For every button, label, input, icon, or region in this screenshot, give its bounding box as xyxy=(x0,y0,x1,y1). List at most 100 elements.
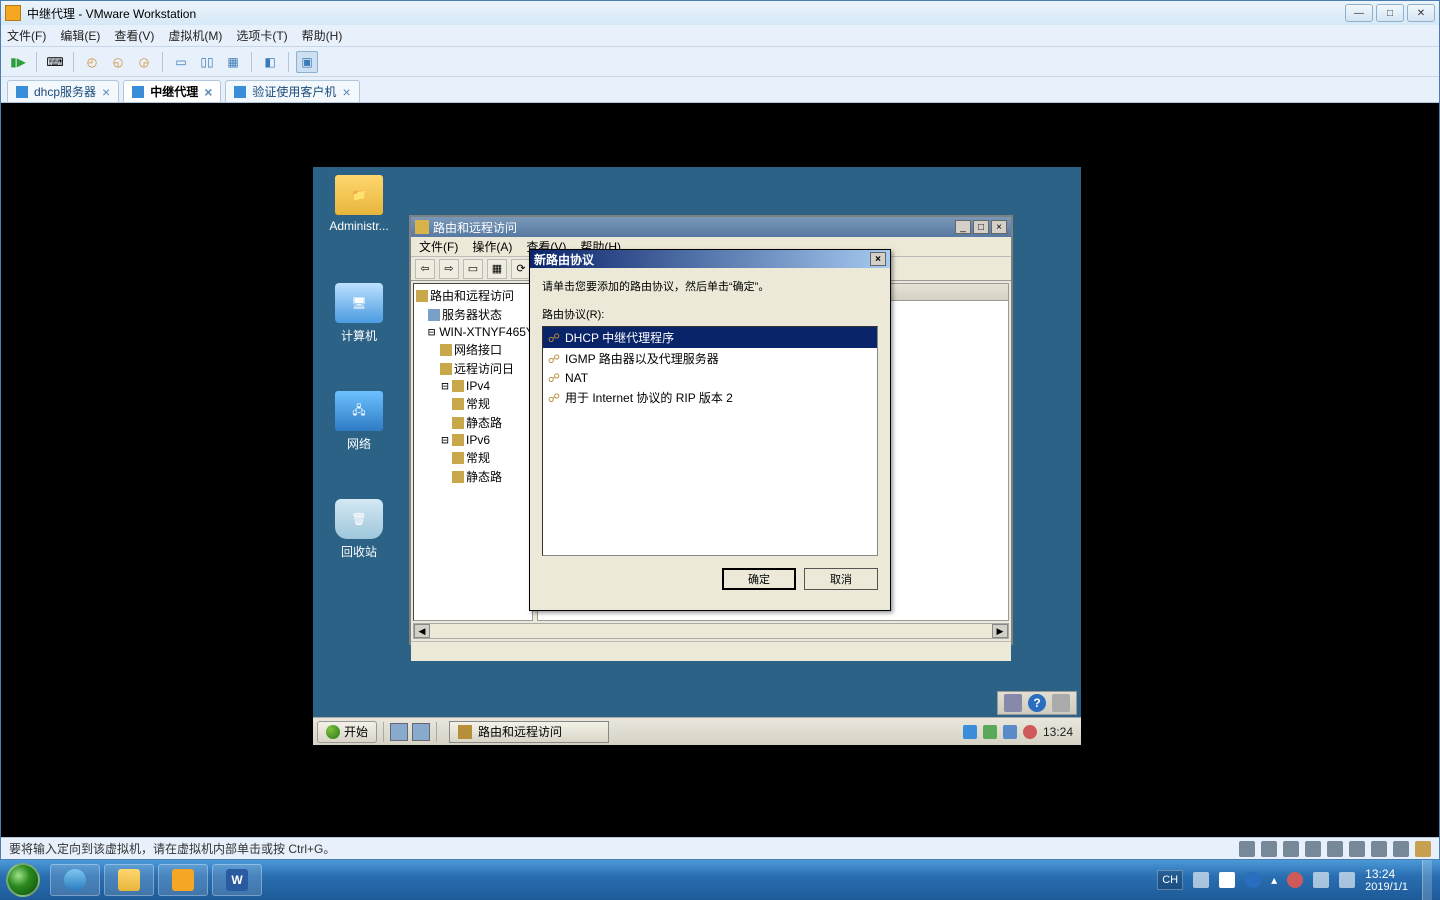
maximize-button[interactable]: □ xyxy=(1376,4,1404,22)
tab-dhcp-server[interactable]: dhcp服务器 × xyxy=(7,80,119,102)
tree-ipv6-general[interactable]: 常规 xyxy=(416,448,530,467)
device-usb-icon[interactable] xyxy=(1327,841,1343,857)
tree-ipv6[interactable]: ⊟IPv6 xyxy=(416,432,530,448)
host-start-button[interactable] xyxy=(0,860,46,900)
rras-titlebar[interactable]: 路由和远程访问 _ □ × xyxy=(411,217,1011,237)
devices-icon[interactable] xyxy=(1004,694,1022,712)
minimize-button[interactable]: _ xyxy=(955,220,971,234)
minimize-button[interactable]: — xyxy=(1345,4,1373,22)
menu-vm[interactable]: 虚拟机(M) xyxy=(168,27,222,44)
quicklaunch-server-manager-icon[interactable] xyxy=(390,723,408,741)
taskbar-ie[interactable] xyxy=(50,864,100,896)
tree-root[interactable]: 路由和远程访问 xyxy=(416,286,530,305)
scroll-left-icon[interactable]: ◀ xyxy=(414,624,430,638)
protocol-listbox[interactable]: ☍ DHCP 中继代理程序 ☍ IGMP 路由器以及代理服务器 ☍ NAT xyxy=(542,326,878,556)
tab-close-icon[interactable]: × xyxy=(102,85,110,99)
host-clock[interactable]: 13:24 2019/1/1 xyxy=(1365,867,1408,893)
menu-help[interactable]: 帮助(H) xyxy=(302,27,343,44)
show-desktop-button[interactable] xyxy=(1422,860,1432,900)
tray-blocked-icon[interactable] xyxy=(1287,872,1303,888)
snapshot-manager-icon[interactable]: ◶ xyxy=(133,51,155,73)
device-display-icon[interactable] xyxy=(1393,841,1409,857)
tray-help-icon[interactable] xyxy=(1245,872,1261,888)
send-ctrlaltdel-icon[interactable]: ⌨ xyxy=(44,51,66,73)
rras-hscrollbar[interactable]: ◀ ▶ xyxy=(413,623,1009,639)
menu-tabs[interactable]: 选项卡(T) xyxy=(236,27,287,44)
desktop-icon-recycle-bin[interactable]: 🗑 回收站 xyxy=(325,499,393,560)
view-thumbs-icon[interactable]: ▦ xyxy=(222,51,244,73)
tab-relay-agent[interactable]: 中继代理 × xyxy=(123,80,221,102)
guest-desktop[interactable]: 📁 Administr... 🖥 计算机 🖧 网络 🗑 回收站 路由和远程访问 xyxy=(313,167,1081,745)
dialog-close-button[interactable]: × xyxy=(870,252,886,266)
collapse-icon[interactable]: ⊟ xyxy=(428,325,435,339)
tray-shield-icon[interactable] xyxy=(1003,725,1017,739)
desktop-icon-network[interactable]: 🖧 网络 xyxy=(325,391,393,452)
tray-keyboard-icon[interactable] xyxy=(1193,872,1209,888)
rras-menu-action[interactable]: 操作(A) xyxy=(472,238,512,255)
quicklaunch-cmd-icon[interactable] xyxy=(412,723,430,741)
tree-server-status[interactable]: 服务器状态 xyxy=(416,305,530,324)
power-on-icon[interactable]: ▮▶ xyxy=(7,51,29,73)
tray-chevron-up-icon[interactable]: ▴ xyxy=(1271,873,1277,887)
taskbar-word[interactable]: W xyxy=(212,864,262,896)
tab-close-icon[interactable]: × xyxy=(342,85,350,99)
tree-ipv4[interactable]: ⊟IPv4 xyxy=(416,378,530,394)
close-button[interactable]: × xyxy=(991,220,1007,234)
cancel-button[interactable]: 取消 xyxy=(804,568,878,590)
collapse-icon[interactable]: ⊟ xyxy=(440,379,450,393)
snapshot-revert-icon[interactable]: ◵ xyxy=(107,51,129,73)
taskbar-vmware[interactable] xyxy=(158,864,208,896)
menu-file[interactable]: 文件(F) xyxy=(7,27,46,44)
tree-server[interactable]: ⊟WIN-XTNYF465Y xyxy=(416,324,530,340)
vmware-titlebar[interactable]: 中继代理 - VMware Workstation — □ ✕ xyxy=(1,1,1439,25)
device-cd-icon[interactable] xyxy=(1261,841,1277,857)
protocol-item-nat[interactable]: ☍ NAT xyxy=(543,369,877,387)
close-button[interactable]: ✕ xyxy=(1407,4,1435,22)
device-network-icon[interactable] xyxy=(1305,841,1321,857)
taskbar-task-rras[interactable]: 路由和远程访问 xyxy=(449,721,609,743)
tree-network-interfaces[interactable]: 网络接口 xyxy=(416,340,530,359)
protocol-item-dhcp-relay[interactable]: ☍ DHCP 中继代理程序 xyxy=(543,327,877,348)
device-floppy-icon[interactable] xyxy=(1283,841,1299,857)
tab-verify-client[interactable]: 验证使用客户机 × xyxy=(225,80,359,102)
scroll-right-icon[interactable]: ▶ xyxy=(992,624,1008,638)
desktop-icon-administrator[interactable]: 📁 Administr... xyxy=(325,175,393,233)
taskbar-explorer[interactable] xyxy=(104,864,154,896)
rras-menu-file[interactable]: 文件(F) xyxy=(419,238,458,255)
device-hdd-icon[interactable] xyxy=(1239,841,1255,857)
protocol-item-rip[interactable]: ☍ 用于 Internet 协议的 RIP 版本 2 xyxy=(543,387,877,408)
guest-clock[interactable]: 13:24 xyxy=(1043,725,1073,739)
nav-back-icon[interactable]: ⇦ xyxy=(415,259,435,279)
view-single-icon[interactable]: ▭ xyxy=(170,51,192,73)
menu-edit[interactable]: 编辑(E) xyxy=(60,27,100,44)
tree-ipv4-static-routes[interactable]: 静态路 xyxy=(416,413,530,432)
protocol-item-igmp[interactable]: ☍ IGMP 路由器以及代理服务器 xyxy=(543,348,877,369)
menu-view[interactable]: 查看(V) xyxy=(114,27,154,44)
collapse-icon[interactable]: ⊟ xyxy=(440,433,450,447)
tray-network-icon[interactable] xyxy=(983,725,997,739)
tray-action-center-icon[interactable] xyxy=(1219,872,1235,888)
rras-tree[interactable]: 路由和远程访问 服务器状态 ⊟WIN-XTNYF465Y 网络接口 远程访问日 … xyxy=(413,283,533,621)
device-printer-icon[interactable] xyxy=(1349,841,1365,857)
properties-icon[interactable]: ▦ xyxy=(487,259,507,279)
tree-ipv4-general[interactable]: 常规 xyxy=(416,394,530,413)
ok-button[interactable]: 确定 xyxy=(722,568,796,590)
grip-icon[interactable] xyxy=(1052,694,1070,712)
dialog-titlebar[interactable]: 新路由协议 × xyxy=(530,250,890,268)
nav-forward-icon[interactable]: ⇨ xyxy=(439,259,459,279)
tree-remote-access-log[interactable]: 远程访问日 xyxy=(416,359,530,378)
up-icon[interactable]: ▭ xyxy=(463,259,483,279)
tray-flag-icon[interactable] xyxy=(963,725,977,739)
fullscreen-icon[interactable]: ▣ xyxy=(296,51,318,73)
tab-close-icon[interactable]: × xyxy=(204,85,212,99)
host-language-indicator[interactable]: CH xyxy=(1157,870,1183,890)
unity-icon[interactable]: ◧ xyxy=(259,51,281,73)
device-sound-icon[interactable] xyxy=(1371,841,1387,857)
guest-start-button[interactable]: 开始 xyxy=(317,721,377,743)
refresh-icon[interactable]: ⟳ xyxy=(511,259,531,279)
tree-ipv6-static-routes[interactable]: 静态路 xyxy=(416,467,530,486)
desktop-icon-computer[interactable]: 🖥 计算机 xyxy=(325,283,393,344)
snapshot-take-icon[interactable]: ◴ xyxy=(81,51,103,73)
tray-blocked-icon[interactable] xyxy=(1023,725,1037,739)
vmware-viewport[interactable]: 📁 Administr... 🖥 计算机 🖧 网络 🗑 回收站 路由和远程访问 xyxy=(1,103,1439,837)
